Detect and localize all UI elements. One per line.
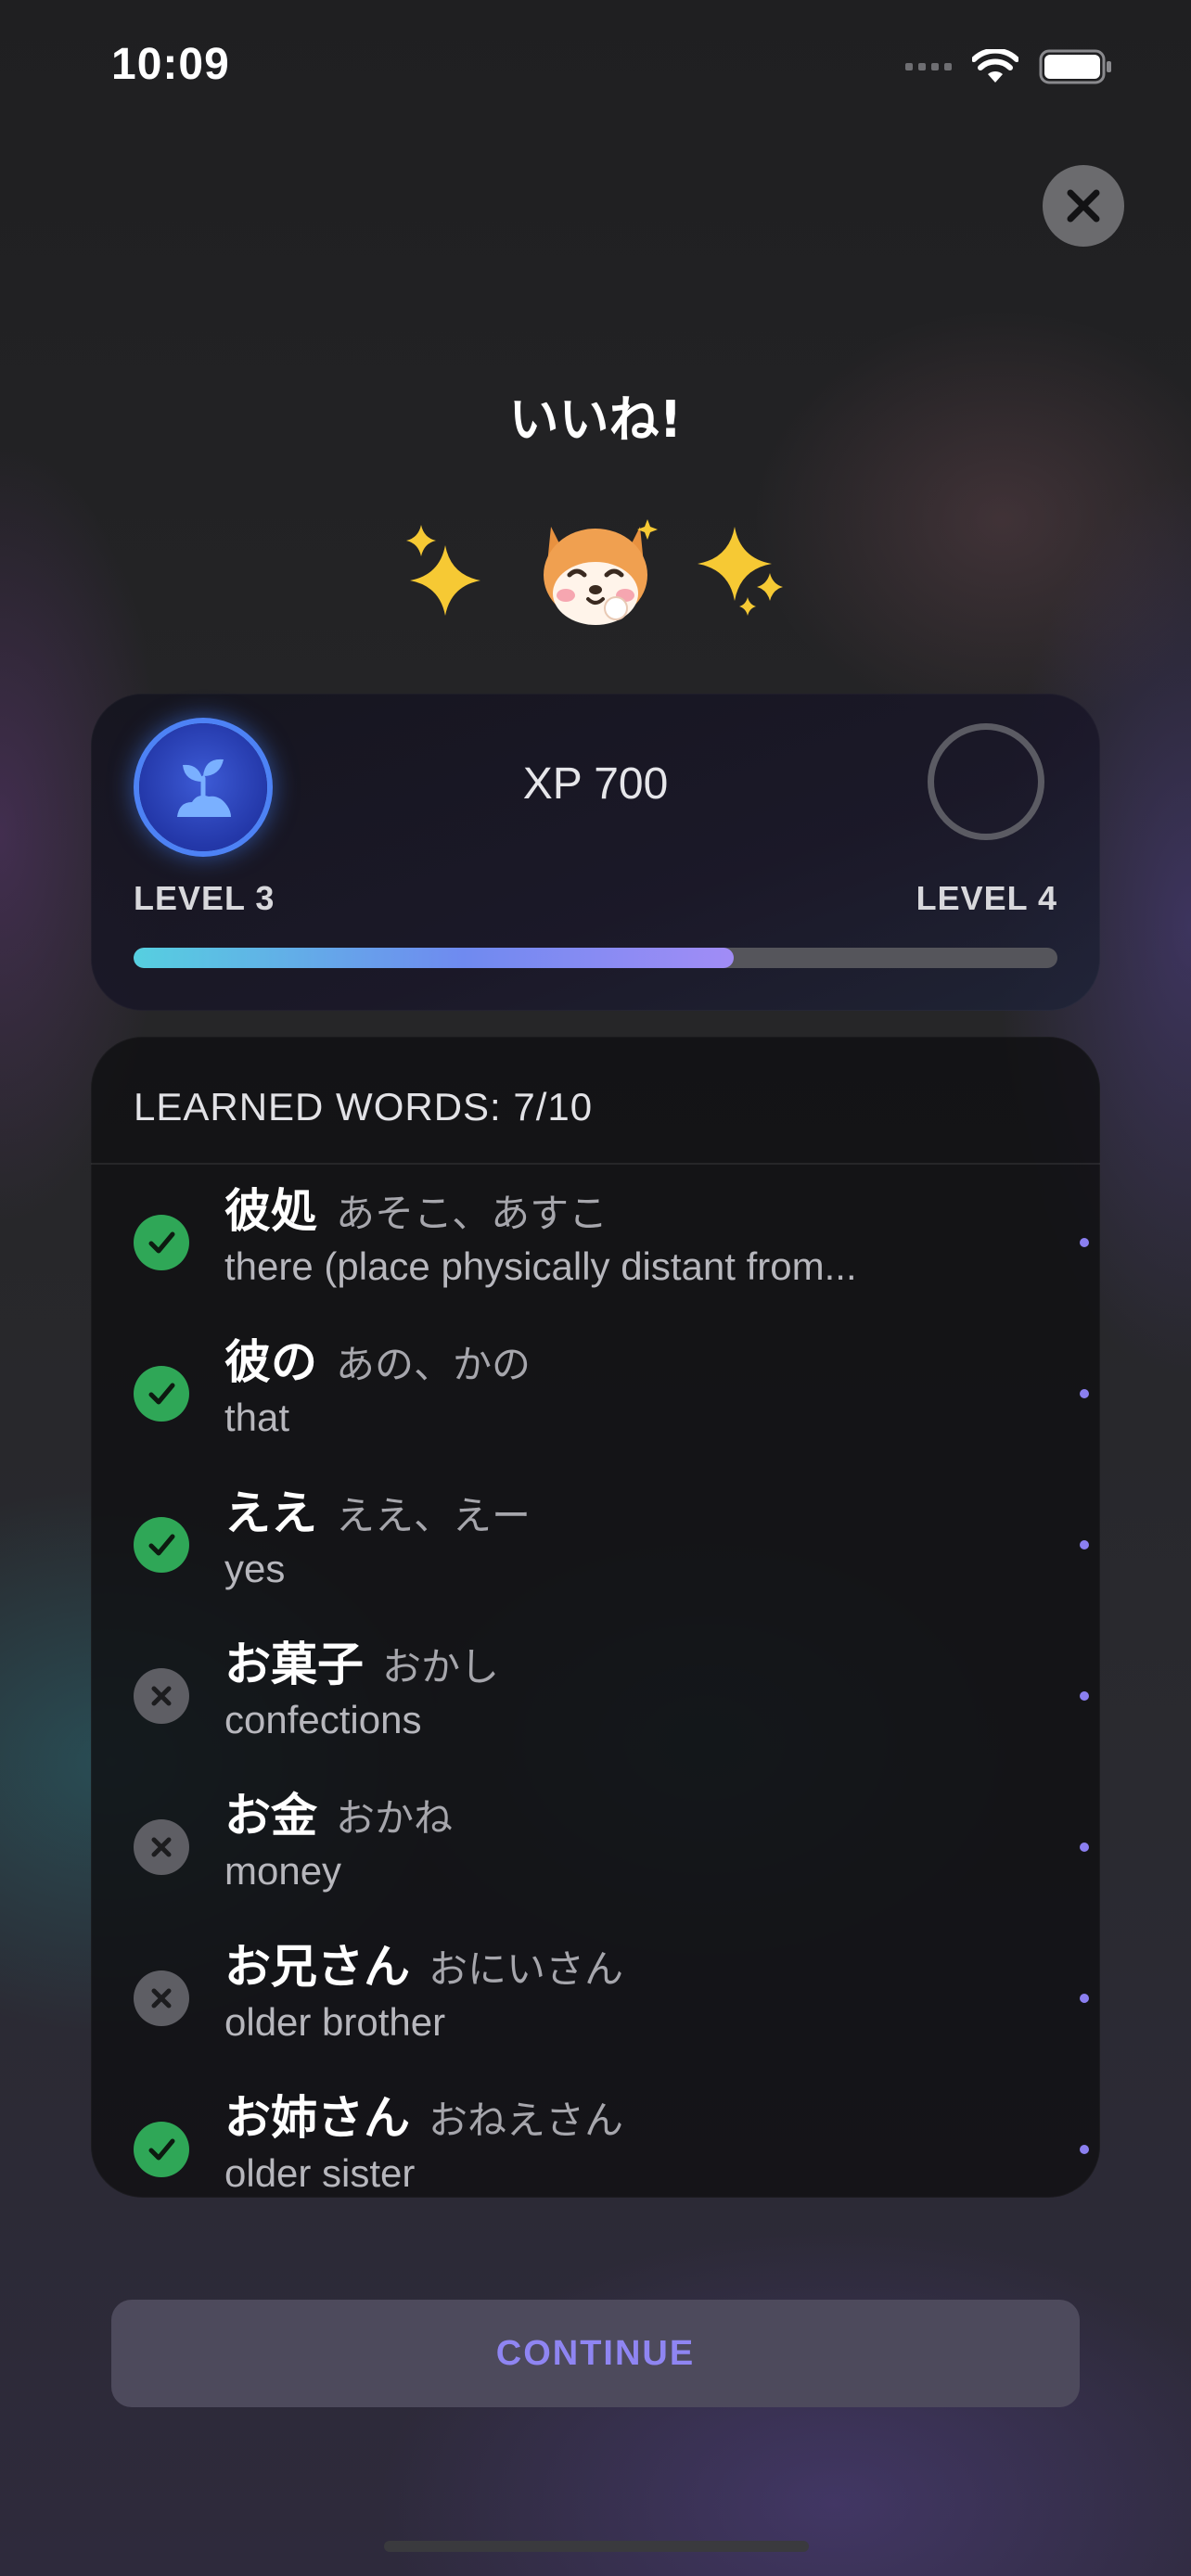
not-learned-x-icon (134, 1819, 189, 1875)
page-title: いいね! (508, 390, 683, 449)
current-level-label: LEVEL 3 (134, 879, 275, 917)
word-row[interactable]: お金 おかね money (91, 1771, 1100, 1922)
shiba-mascot-icon (544, 519, 658, 625)
word-meaning: money (224, 1849, 342, 1893)
word-row[interactable]: ええ ええ、えー yes (91, 1469, 1100, 1620)
learned-check-icon (134, 1366, 189, 1422)
word-reading: ええ、えー (336, 1493, 531, 1538)
word-meaning: there (place physically distant from... (224, 1244, 857, 1288)
word-heading: 彼の あの、かの (224, 1325, 531, 1392)
battery-icon (1039, 49, 1111, 84)
close-icon (1067, 189, 1100, 223)
status-icons (905, 46, 1113, 87)
home-indicator (384, 2541, 809, 2552)
word-meaning: that (224, 1396, 290, 1439)
word-kanji: お兄さん (224, 1940, 410, 1994)
learned-words-card[interactable]: LEARNED WORDS: 7/10 彼処 あそこ、あすこ there (plac… (91, 1037, 1100, 2198)
more-options-icon[interactable] (1080, 1386, 1100, 1401)
word-kanji: 彼処 (224, 1184, 317, 1238)
learned-check-icon (134, 1215, 189, 1270)
not-learned-x-icon (134, 1668, 189, 1724)
learned-check-icon (134, 1517, 189, 1573)
more-options-icon[interactable] (1080, 1689, 1100, 1703)
next-level-label: LEVEL 4 (916, 879, 1057, 917)
learned-words-header: LEARNED WORDS: 7/10 (134, 1085, 594, 1129)
sparkles-icon (698, 527, 783, 616)
word-heading: お金 おかね (224, 1779, 453, 1845)
more-options-icon[interactable] (1080, 1537, 1100, 1552)
next-level-badge (928, 723, 1044, 840)
more-options-icon[interactable] (1080, 1991, 1100, 2006)
word-meaning: older sister (224, 2151, 416, 2195)
status-time: 10:09 (111, 40, 230, 89)
word-heading: お菓子 おかし (224, 1627, 499, 1694)
word-row[interactable]: 彼の あの、かの that (91, 1318, 1100, 1469)
divider (91, 1163, 1100, 1165)
more-options-icon[interactable] (1080, 1840, 1100, 1855)
xp-progress-bar (134, 948, 1057, 968)
word-kanji: ええ (224, 1486, 317, 1540)
word-row[interactable]: お姉さん おねえさん older sister (91, 2073, 1100, 2198)
word-reading: おねえさん (429, 2098, 624, 2143)
word-reading: あの、かの (336, 1342, 531, 1387)
sparkles-icon (406, 525, 480, 616)
wifi-icon (972, 49, 1018, 83)
word-heading: ええ ええ、えー (224, 1476, 531, 1543)
word-reading: おにいさん (429, 1946, 624, 1992)
more-options-icon[interactable] (1080, 1235, 1100, 1250)
word-meaning: older brother (224, 2000, 446, 2044)
word-row[interactable]: お菓子 おかし confections (91, 1620, 1100, 1771)
word-heading: お姉さん おねえさん (224, 2081, 623, 2148)
word-kanji: お菓子 (224, 1638, 364, 1691)
word-list[interactable]: 彼処 あそこ、あすこ there (place physically distant… (91, 1167, 1100, 2198)
celebration-graphic (0, 499, 1191, 638)
word-row[interactable]: 彼処 あそこ、あすこ there (place physically distant… (91, 1167, 1100, 1318)
word-row[interactable]: お兄さん おにいさん older brother (91, 1922, 1100, 2073)
continue-button[interactable]: CONTINUE (111, 2300, 1080, 2407)
word-heading: 彼処 あそこ、あすこ (224, 1174, 608, 1241)
cellular-signal-icon (905, 63, 952, 70)
word-reading: おかね (336, 1795, 454, 1841)
more-options-icon[interactable] (1080, 2142, 1100, 2157)
xp-progress-fill (134, 948, 735, 968)
word-reading: おかし (382, 1644, 500, 1690)
word-reading: あそこ、あすこ (336, 1191, 608, 1236)
word-kanji: お金 (224, 1789, 317, 1843)
not-learned-x-icon (134, 1970, 189, 2026)
learned-check-icon (134, 2122, 189, 2177)
word-meaning: confections (224, 1698, 422, 1741)
word-meaning: yes (224, 1547, 286, 1590)
word-kanji: お姉さん (224, 2091, 410, 2145)
word-kanji: 彼の (224, 1335, 317, 1389)
word-heading: お兄さん おにいさん (224, 1930, 623, 1996)
close-button[interactable] (1043, 165, 1124, 247)
